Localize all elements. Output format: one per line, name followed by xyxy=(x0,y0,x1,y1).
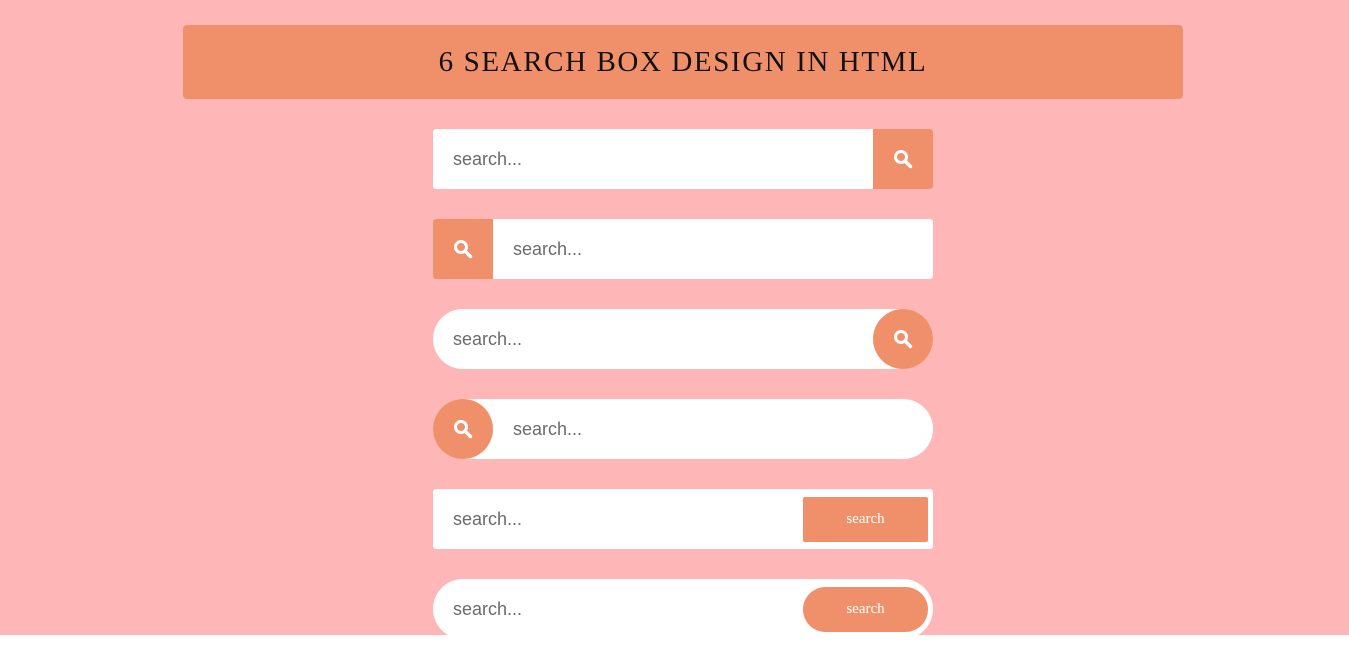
search-icon xyxy=(454,420,473,439)
search-button[interactable]: search xyxy=(803,587,928,632)
search-button[interactable]: search xyxy=(803,497,928,542)
page-background: 6 SEARCH BOX DESIGN IN HTML search... se… xyxy=(0,0,1349,635)
search-button[interactable] xyxy=(433,399,493,459)
search-input[interactable] xyxy=(453,579,793,635)
search-button[interactable] xyxy=(433,219,493,279)
search-input[interactable] xyxy=(453,309,873,369)
search-input[interactable] xyxy=(453,129,873,189)
title-banner: 6 SEARCH BOX DESIGN IN HTML xyxy=(183,25,1183,99)
search-box-4 xyxy=(433,399,933,459)
search-box-5: search xyxy=(433,489,933,549)
search-button[interactable] xyxy=(873,309,933,369)
search-box-3 xyxy=(433,309,933,369)
search-icon xyxy=(894,150,913,169)
search-input[interactable] xyxy=(513,219,913,279)
search-box-6: search xyxy=(433,579,933,635)
search-button[interactable] xyxy=(873,129,933,189)
search-box-2 xyxy=(433,219,933,279)
search-icon xyxy=(894,330,913,349)
page-title: 6 SEARCH BOX DESIGN IN HTML xyxy=(438,45,928,78)
search-icon xyxy=(454,240,473,259)
search-box-1 xyxy=(433,129,933,189)
search-input[interactable] xyxy=(453,489,793,549)
search-input[interactable] xyxy=(513,399,903,459)
